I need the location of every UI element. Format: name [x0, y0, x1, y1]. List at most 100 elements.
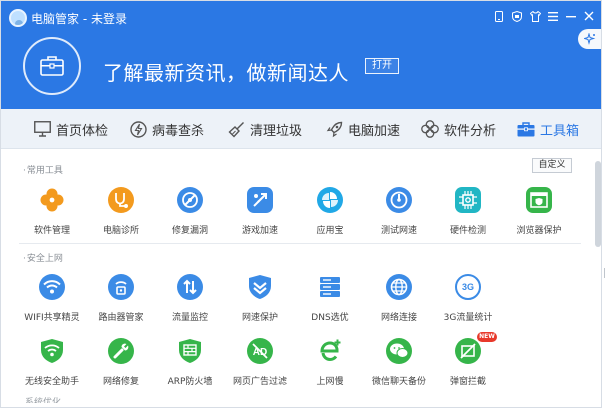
tool-label: 网页广告过滤: [232, 377, 287, 387]
minimize-icon[interactable]: [565, 10, 577, 22]
tool-label: 软件管理: [33, 226, 70, 236]
ie-plus-icon: [317, 338, 343, 364]
chat-bubbles-icon: [386, 338, 412, 364]
shield-chevron-icon: [247, 274, 273, 300]
tab-speed-up[interactable]: 电脑加速: [326, 109, 400, 149]
tool-dns-optimize[interactable]: DNS选优: [295, 274, 365, 334]
tab-label: 清理垃圾: [250, 123, 303, 139]
tool-label: 上网慢: [316, 377, 344, 387]
tool-label: 弹窗拦截: [449, 377, 486, 387]
phone-icon[interactable]: [493, 10, 505, 22]
tool-label: 浏览器保护: [516, 226, 562, 236]
tool-wifi-share[interactable]: WIFI共享精灵: [17, 274, 87, 334]
main-nav: 首页体检 病毒查杀 清理垃圾 电脑加速 软件分析 工具箱: [1, 109, 601, 149]
3g-icon: 3G: [455, 274, 481, 300]
banner-headline: 了解最新资讯，做新闻达人: [103, 61, 349, 85]
window-edge: [602, 0, 609, 412]
tool-arp-firewall[interactable]: ARP防火墙: [155, 338, 225, 398]
tool-net-speed-protect[interactable]: 网速保护: [225, 274, 295, 334]
globe-icon: [386, 274, 412, 300]
open-news-button[interactable]: 打开: [365, 58, 399, 74]
tool-label: 修复漏洞: [171, 226, 208, 236]
tab-label: 病毒查杀: [152, 123, 205, 139]
tool-label: 游戏加速: [241, 226, 278, 236]
tool-pc-clinic[interactable]: 电脑诊所: [86, 187, 156, 247]
edge-marker: [604, 268, 605, 278]
clover-app-icon: [39, 187, 65, 213]
tool-3g-traffic[interactable]: 3G 3G流量统计: [433, 274, 503, 334]
tool-label: 网速保护: [241, 313, 278, 323]
chip-icon: [455, 187, 481, 213]
toolbox-hero-icon: [23, 37, 81, 95]
broom-icon: [228, 121, 244, 138]
lightning-shield-icon: [130, 120, 147, 138]
tab-label: 电脑加速: [348, 123, 401, 139]
shield-icon[interactable]: [511, 10, 523, 22]
speedometer-icon: [386, 187, 412, 213]
tool-hardware-check[interactable]: 硬件检测: [433, 187, 503, 247]
tool-label: 网络连接: [380, 313, 417, 323]
tool-label: WIFI共享精灵: [24, 313, 80, 323]
skin-icon[interactable]: [529, 10, 541, 22]
traffic-arrows-icon: [177, 274, 203, 300]
browser-shield-icon: [526, 187, 552, 213]
sparkle-icon: [584, 33, 596, 45]
toolbox-content: 常用工具 自定义 软件管理 电脑诊所: [1, 150, 601, 407]
tool-game-boost[interactable]: 游戏加速: [225, 187, 295, 247]
patch-icon: [177, 187, 203, 213]
tab-label: 软件分析: [444, 123, 497, 139]
tool-label: 网络修复: [102, 377, 139, 387]
toolbox-icon: [517, 121, 535, 136]
tool-browser-protect[interactable]: 浏览器保护: [504, 187, 574, 247]
avatar[interactable]: [9, 9, 27, 27]
clover-icon: [421, 120, 439, 138]
tool-label: 应用宝: [316, 226, 344, 236]
section-title-common-tools: 常用工具: [23, 163, 63, 176]
server-icon: [317, 274, 343, 300]
router-icon: [108, 274, 134, 300]
tab-label: 首页体检: [56, 123, 109, 139]
sparkle-pin-button[interactable]: [578, 29, 601, 49]
tool-label: ARP防火墙: [167, 377, 213, 387]
tool-router-manager[interactable]: 路由器管家: [86, 274, 156, 334]
app-treasure-icon: [317, 187, 343, 213]
rocket-icon: [326, 121, 343, 137]
tool-wechat-backup[interactable]: 微信聊天备份: [364, 338, 434, 398]
tool-network-connect[interactable]: 网络连接: [364, 274, 434, 334]
tool-app-store[interactable]: 应用宝: [295, 187, 365, 247]
stethoscope-icon: [108, 187, 134, 213]
tab-virus-scan[interactable]: 病毒查杀: [130, 109, 204, 149]
menu-icon[interactable]: [547, 10, 559, 22]
section-title-safe-browsing: 安全上网: [23, 251, 63, 264]
tool-fix-vulnerabilities[interactable]: 修复漏洞: [155, 187, 225, 247]
customize-button[interactable]: 自定义: [532, 158, 572, 173]
tool-label: 路由器管家: [98, 313, 144, 323]
app-window: 电脑管家 - 未登录 了解最新资讯，做新闻达人 打开 首页体检 病毒查杀 清理垃…: [0, 0, 602, 408]
tool-software-manager[interactable]: 软件管理: [17, 187, 87, 247]
tab-toolbox[interactable]: 工具箱: [517, 109, 579, 149]
wifi-icon: [39, 274, 65, 300]
tool-label: DNS选优: [311, 313, 349, 323]
tool-wireless-security[interactable]: 无线安全助手: [17, 338, 87, 398]
tool-ad-filter[interactable]: AD 网页广告过滤: [225, 338, 295, 398]
title-bar: 电脑管家 - 未登录: [1, 1, 601, 31]
tab-clean-junk[interactable]: 清理垃圾: [228, 109, 302, 149]
header-banner: 电脑管家 - 未登录 了解最新资讯，做新闻达人 打开: [1, 1, 601, 109]
tool-label: 流量监控: [171, 313, 208, 323]
tool-speed-test[interactable]: 测试网速: [364, 187, 434, 247]
tool-label: 3G流量统计: [443, 313, 493, 323]
tool-label: 无线安全助手: [24, 377, 79, 387]
tool-popup-blocker[interactable]: NEW 弹窗拦截: [433, 332, 503, 398]
tool-label: 测试网速: [380, 226, 417, 236]
tool-traffic-monitor[interactable]: 流量监控: [155, 274, 225, 334]
tab-home-checkup[interactable]: 首页体检: [34, 109, 108, 149]
section-title-system-optimize: 系统优化: [25, 398, 62, 403]
titlebar-controls: [493, 10, 595, 22]
close-icon[interactable]: [583, 10, 595, 22]
tool-slow-internet[interactable]: 上网慢: [295, 338, 365, 398]
tab-software-analysis[interactable]: 软件分析: [421, 109, 496, 149]
tool-network-repair[interactable]: 网络修复: [86, 338, 156, 398]
vertical-scrollbar[interactable]: [595, 161, 601, 247]
tool-label: 电脑诊所: [102, 226, 139, 236]
firewall-shield-icon: [177, 338, 203, 364]
